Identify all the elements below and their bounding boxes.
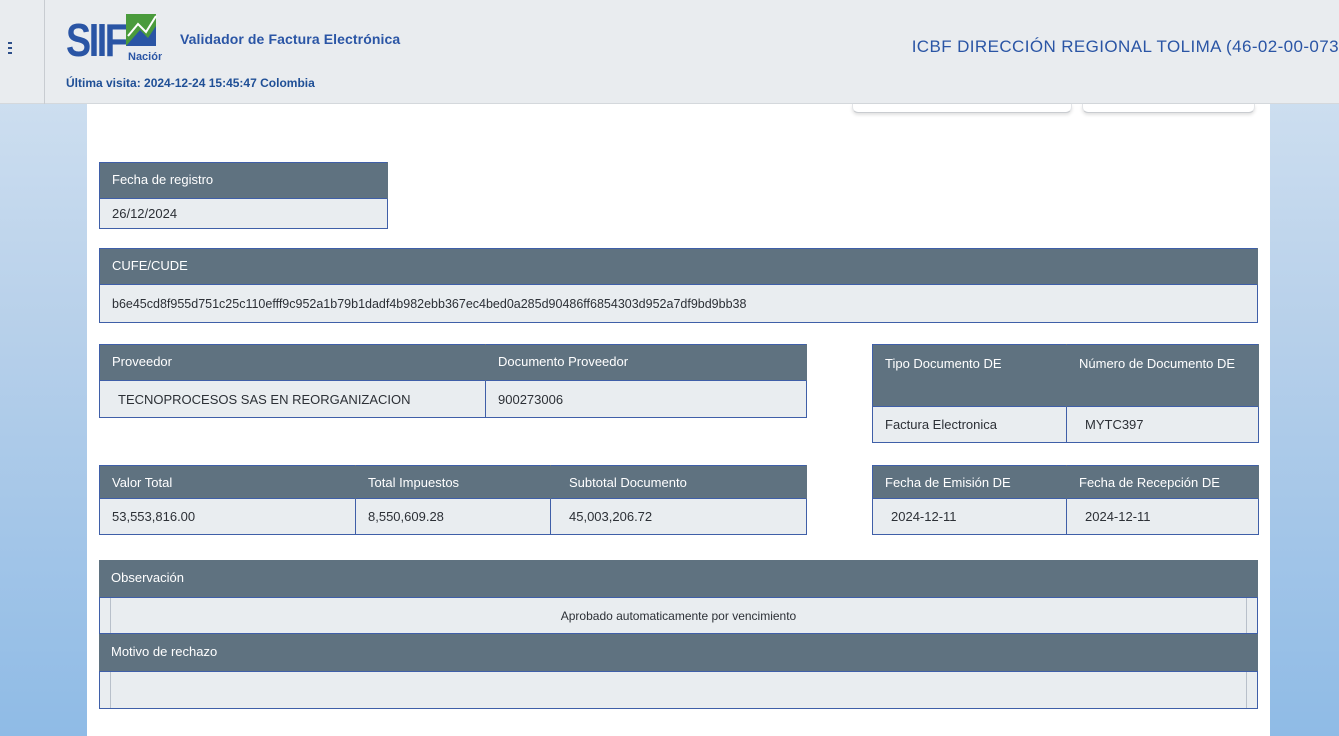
total-impuestos-value: 8,550,609.28 <box>355 498 551 535</box>
logo-text: SIIF <box>66 14 127 65</box>
cufe-value: b6e45cd8f955d751c25c110efff9c952a1b79b1d… <box>99 284 1258 323</box>
proveedor-header: Proveedor <box>99 344 486 381</box>
action-button[interactable] <box>852 104 1072 113</box>
app-title: Validador de Factura Electrónica <box>180 31 401 47</box>
menu-icon[interactable] <box>8 42 18 54</box>
fecha-registro-label: Fecha de registro <box>99 162 388 199</box>
documento-proveedor-value: 900273006 <box>485 380 807 418</box>
entity-name[interactable]: ICBF DIRECCIÓN REGIONAL TOLIMA (46-02-00… <box>912 37 1339 57</box>
motivo-rechazo-field <box>99 671 1258 709</box>
valor-total-value: 53,553,816.00 <box>99 498 356 535</box>
last-visit: Última visita: 2024-12-24 15:45:47 Colom… <box>66 76 315 90</box>
cufe-label: CUFE/CUDE <box>99 248 1258 285</box>
numero-documento-value: MYTC397 <box>1066 406 1259 443</box>
fecha-registro-value: 26/12/2024 <box>99 198 388 229</box>
tipo-documento-header: Tipo Documento DE <box>872 344 1067 407</box>
tipo-documento-value: Factura Electronica <box>872 406 1067 443</box>
fecha-recepcion-header: Fecha de Recepción DE <box>1066 465 1259 499</box>
fechas-table: Fecha de Emisión DE Fecha de Recepción D… <box>872 465 1259 535</box>
logo-subtext: Nación <box>128 51 162 63</box>
observacion-block: Observación Aprobado automaticamente por… <box>99 560 1258 709</box>
action-button[interactable] <box>1082 104 1255 113</box>
motivo-rechazo-label: Motivo de rechazo <box>99 634 1258 671</box>
top-header: SIIF Nación Validador de Factura Electró… <box>0 0 1339 104</box>
tipo-documento-table: Tipo Documento DE Número de Documento DE… <box>872 344 1259 443</box>
invoice-detail-panel: Fecha de registro 26/12/2024 CUFE/CUDE b… <box>87 104 1270 736</box>
siif-logo: SIIF Nación <box>66 14 162 66</box>
fecha-recepcion-value: 2024-12-11 <box>1066 498 1259 535</box>
valor-total-header: Valor Total <box>99 465 356 499</box>
documento-proveedor-header: Documento Proveedor <box>485 344 807 381</box>
header-divider <box>44 0 45 104</box>
total-impuestos-header: Total Impuestos <box>355 465 551 499</box>
observacion-field: Aprobado automaticamente por vencimiento <box>99 597 1258 634</box>
observacion-value: Aprobado automaticamente por vencimiento <box>560 608 797 623</box>
fecha-registro-table: Fecha de registro 26/12/2024 <box>99 162 388 229</box>
numero-documento-header: Número de Documento DE <box>1066 344 1259 407</box>
valores-table: Valor Total Total Impuestos Subtotal Doc… <box>99 465 807 535</box>
cufe-table: CUFE/CUDE b6e45cd8f955d751c25c110efff9c9… <box>99 248 1258 323</box>
proveedor-table: Proveedor Documento Proveedor TECNOPROCE… <box>99 344 807 418</box>
subtotal-documento-header: Subtotal Documento <box>550 465 807 499</box>
proveedor-value: TECNOPROCESOS SAS EN REORGANIZACION <box>99 380 486 418</box>
subtotal-documento-value: 45,003,206.72 <box>550 498 807 535</box>
fecha-emision-header: Fecha de Emisión DE <box>872 465 1067 499</box>
fecha-emision-value: 2024-12-11 <box>872 498 1067 535</box>
observacion-label: Observación <box>99 560 1258 597</box>
